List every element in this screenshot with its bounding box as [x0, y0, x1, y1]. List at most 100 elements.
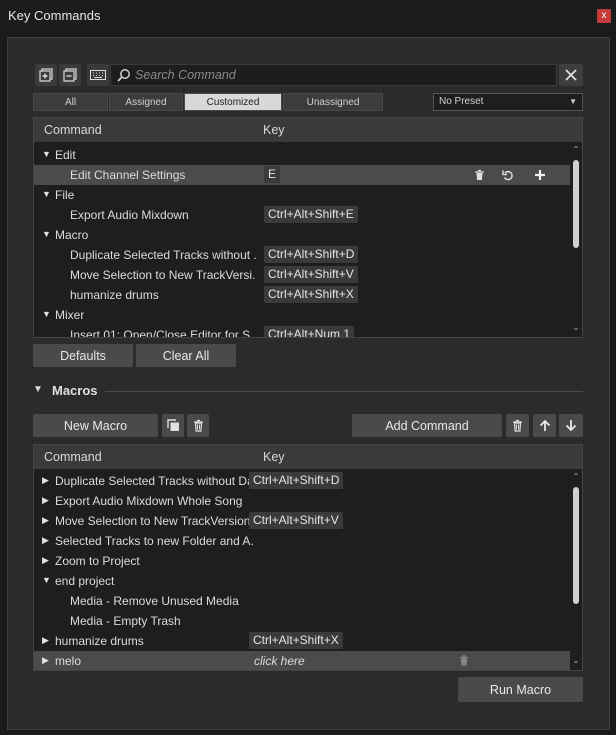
group-row[interactable]: ▼ Edit [34, 145, 570, 165]
commands-scrollbar[interactable]: ⌃ ⌄ [570, 143, 582, 337]
title-bar: Key Commands x [0, 0, 616, 32]
move-up-button[interactable] [533, 414, 556, 437]
key-chip[interactable]: E [264, 166, 281, 183]
duplicate-macro-button[interactable] [162, 414, 184, 437]
scroll-up-icon[interactable]: ⌃ [571, 472, 581, 481]
command-label: humanize drums [70, 288, 159, 302]
new-macro-button[interactable]: New Macro [33, 414, 158, 437]
clear-search-button[interactable] [559, 64, 583, 86]
macro-label: Duplicate Selected Tracks without Da [55, 474, 253, 488]
table-row[interactable]: Insert 01: Open/Close Editor for S. Ctrl… [34, 325, 570, 338]
delete-command-button[interactable] [506, 414, 529, 437]
collapse-all-button[interactable] [59, 64, 81, 86]
macro-row[interactable]: ▶ Selected Tracks to new Folder and A. [34, 531, 570, 551]
macro-child-row[interactable]: Media - Empty Trash [34, 611, 570, 631]
table-header: Command Key [34, 445, 582, 469]
table-row-selected[interactable]: Edit Channel Settings E [34, 165, 570, 185]
group-row[interactable]: ▼ File [34, 185, 570, 205]
commands-table: Command Key ▼ Edit Edit Channel Settings… [33, 117, 583, 338]
search-icon [117, 69, 130, 82]
delete-macro-button[interactable] [187, 414, 209, 437]
scrollbar-thumb[interactable] [573, 487, 579, 604]
key-chip[interactable]: Ctrl+Alt+Shift+V [249, 512, 343, 529]
scrollbar-thumb[interactable] [573, 160, 579, 248]
macro-row[interactable]: ▶ Duplicate Selected Tracks without Da C… [34, 471, 570, 491]
key-chip[interactable]: Ctrl+Alt+Num 1 [264, 326, 355, 337]
macro-row[interactable]: ▶ Zoom to Project [34, 551, 570, 571]
macro-row[interactable]: ▶ Export Audio Mixdown Whole Song [34, 491, 570, 511]
tab-customized[interactable]: Customized [184, 93, 282, 111]
collapse-triangle-icon[interactable]: ▼ [42, 149, 51, 159]
clear-all-button[interactable]: Clear All [136, 344, 236, 367]
key-chip[interactable]: Ctrl+Alt+Shift+E [264, 206, 358, 223]
collapse-triangle-icon[interactable]: ▼ [42, 309, 51, 319]
tab-assigned[interactable]: Assigned [109, 93, 183, 111]
expand-triangle-icon[interactable]: ▶ [42, 535, 49, 546]
macro-child-row[interactable]: Media - Remove Unused Media [34, 591, 570, 611]
tab-all[interactable]: All [33, 93, 108, 111]
expand-triangle-icon[interactable]: ▶ [42, 555, 49, 566]
macro-row[interactable]: ▼ end project [34, 571, 570, 591]
group-label: Edit [55, 148, 76, 162]
key-placeholder[interactable]: click here [254, 654, 305, 668]
scroll-down-icon[interactable]: ⌄ [571, 656, 581, 665]
trash-icon[interactable] [459, 655, 469, 666]
arrow-up-icon [539, 419, 550, 431]
table-row[interactable]: Move Selection to New TrackVersi. Ctrl+A… [34, 265, 570, 285]
macro-row-selected[interactable]: ▶ melo click here [34, 651, 570, 670]
add-command-button[interactable]: Add Command [352, 414, 502, 437]
scroll-up-icon[interactable]: ⌃ [571, 145, 581, 154]
table-header: Command Key [34, 118, 582, 142]
move-down-button[interactable] [559, 414, 583, 437]
macro-label: Zoom to Project [55, 554, 140, 568]
add-icon[interactable] [534, 169, 546, 181]
macros-scrollbar[interactable]: ⌃ ⌄ [570, 470, 582, 670]
group-row[interactable]: ▼ Macro [34, 225, 570, 245]
table-row[interactable]: humanize drums Ctrl+Alt+Shift+X [34, 285, 570, 305]
macros-section-header[interactable]: ▼ Macros [33, 383, 583, 399]
group-label: Mixer [55, 308, 85, 322]
collapse-triangle-icon[interactable]: ▼ [33, 384, 43, 395]
key-chip[interactable]: Ctrl+Alt+Shift+D [264, 246, 359, 263]
collapse-triangle-icon[interactable]: ▼ [42, 189, 51, 199]
expand-triangle-icon[interactable]: ▶ [42, 495, 49, 506]
key-chip[interactable]: Ctrl+Alt+Shift+D [249, 472, 344, 489]
scroll-down-icon[interactable]: ⌄ [571, 323, 581, 332]
trash-icon[interactable] [474, 169, 485, 181]
command-label: Insert 01: Open/Close Editor for S. [70, 328, 254, 338]
collapse-all-icon [63, 68, 77, 82]
section-divider [105, 391, 583, 392]
macro-row[interactable]: ▶ Move Selection to New TrackVersion Ctr… [34, 511, 570, 531]
search-input[interactable] [135, 67, 535, 83]
group-row[interactable]: ▼ Mixer [34, 305, 570, 325]
command-label: Duplicate Selected Tracks without . [70, 248, 257, 262]
tab-unassigned[interactable]: Unassigned [283, 93, 383, 111]
search-box[interactable] [110, 64, 557, 86]
key-chip[interactable]: Ctrl+Alt+Shift+X [249, 632, 343, 649]
expand-triangle-icon[interactable]: ▶ [42, 475, 49, 486]
macro-command-label: Media - Empty Trash [70, 614, 181, 628]
defaults-button[interactable]: Defaults [33, 344, 133, 367]
command-label: Move Selection to New TrackVersi. [70, 268, 256, 282]
collapse-triangle-icon[interactable]: ▼ [42, 575, 51, 585]
group-label: File [55, 188, 75, 202]
table-row[interactable]: Duplicate Selected Tracks without . Ctrl… [34, 245, 570, 265]
key-chip[interactable]: Ctrl+Alt+Shift+V [264, 266, 358, 283]
column-key: Key [263, 123, 285, 137]
collapse-triangle-icon[interactable]: ▼ [42, 229, 51, 239]
run-macro-button[interactable]: Run Macro [458, 677, 583, 702]
keyboard-button[interactable] [87, 64, 109, 86]
column-key: Key [263, 450, 285, 464]
window-close-button[interactable]: x [597, 9, 611, 23]
preset-select[interactable]: No Preset ▼ [433, 93, 583, 111]
table-row[interactable]: Export Audio Mixdown Ctrl+Alt+Shift+E [34, 205, 570, 225]
key-chip[interactable]: Ctrl+Alt+Shift+X [264, 286, 358, 303]
close-icon [565, 69, 577, 81]
macro-row[interactable]: ▶ humanize drums Ctrl+Alt+Shift+X [34, 631, 570, 651]
expand-triangle-icon[interactable]: ▶ [42, 515, 49, 526]
expand-all-button[interactable] [35, 64, 57, 86]
macro-command-label: Media - Remove Unused Media [70, 594, 239, 608]
expand-triangle-icon[interactable]: ▶ [42, 655, 49, 666]
expand-triangle-icon[interactable]: ▶ [42, 635, 49, 646]
reset-icon[interactable] [502, 169, 514, 181]
